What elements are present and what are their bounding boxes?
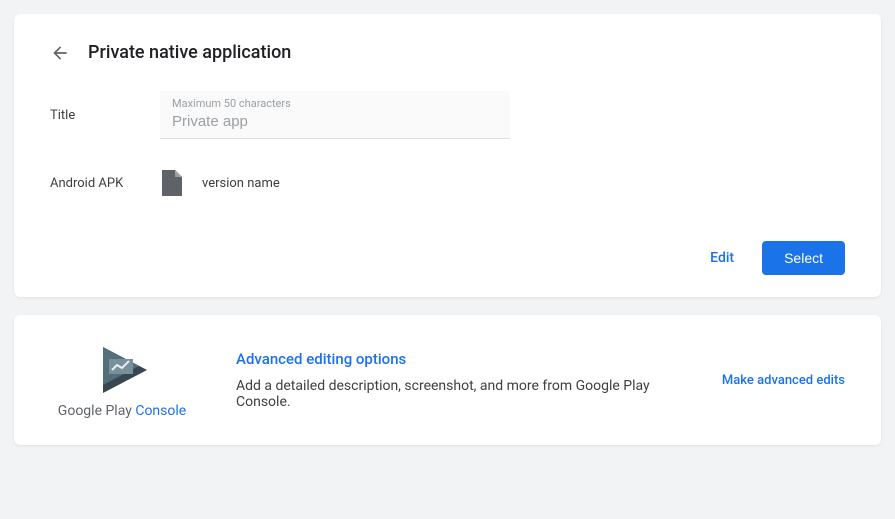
title-row: Title Maximum 50 characters [50,91,845,139]
advanced-content: Advanced editing options Add a detailed … [236,350,702,410]
header-row: Private native application [50,42,845,63]
console-logo-text: Google Play Console [58,403,186,419]
edit-button[interactable]: Edit [710,250,734,266]
advanced-card: Google Play Console Advanced editing opt… [14,315,881,445]
title-label: Title [50,108,160,123]
version-name: version name [202,176,280,191]
play-console-icon [95,341,149,395]
main-form-card: Private native application Title Maximum… [14,14,881,297]
select-button[interactable]: Select [762,241,845,275]
title-input-wrapper[interactable]: Maximum 50 characters [160,91,510,139]
apk-row: Android APK version name [50,169,845,197]
advanced-title: Advanced editing options [236,350,702,368]
advanced-description: Add a detailed description, screenshot, … [236,378,702,410]
title-input[interactable] [172,113,498,130]
console-sub: Console [135,403,186,419]
page-title: Private native application [88,42,291,63]
back-arrow-icon[interactable] [50,43,70,63]
console-brand: Google Play [58,403,132,419]
apk-label: Android APK [50,176,160,191]
title-hint: Maximum 50 characters [172,97,498,110]
file-icon [160,169,184,197]
button-row: Edit Select [50,241,845,275]
advanced-edits-link[interactable]: Make advanced edits [722,373,845,388]
console-logo-block: Google Play Console [42,341,202,419]
